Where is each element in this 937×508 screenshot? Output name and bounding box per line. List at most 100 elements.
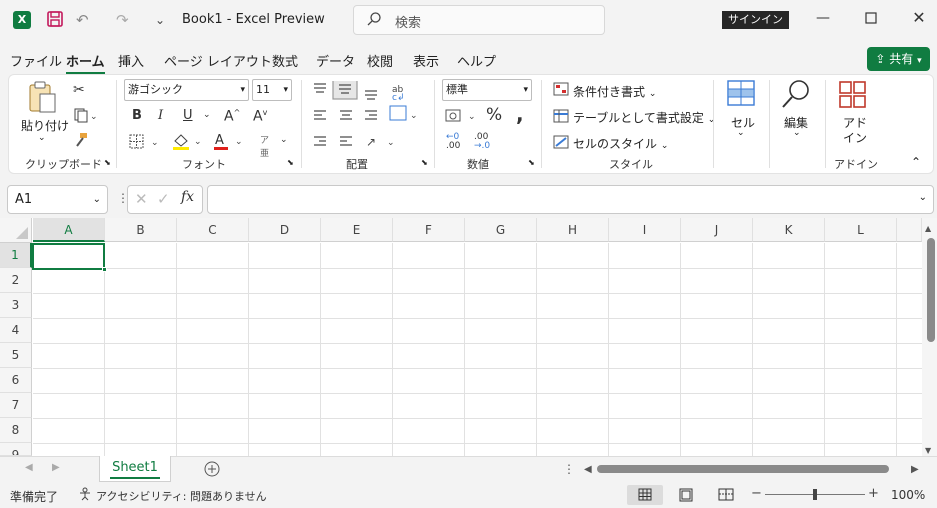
fill-color-icon[interactable]: ⌄ xyxy=(172,132,206,153)
zoom-in-icon[interactable]: + xyxy=(868,486,879,501)
scroll-right-icon[interactable]: ▶ xyxy=(911,464,919,475)
tab-review[interactable]: 校閲 xyxy=(367,51,393,70)
decrease-decimal-icon[interactable]: .00 →.0 xyxy=(474,133,490,151)
tab-home[interactable]: ホーム xyxy=(66,51,105,74)
column-header-e[interactable]: E xyxy=(321,218,393,242)
column-header-b[interactable]: B xyxy=(105,218,177,242)
number-format-select[interactable]: 標準 ▾ xyxy=(442,79,532,101)
zoom-slider-thumb[interactable] xyxy=(813,489,817,500)
find-icon[interactable] xyxy=(781,79,811,112)
format-painter-icon[interactable] xyxy=(73,132,89,151)
cancel-icon[interactable]: ✕ xyxy=(135,190,148,208)
normal-view-button[interactable] xyxy=(627,485,663,505)
minimize-icon[interactable]: — xyxy=(813,10,833,26)
maximize-icon[interactable] xyxy=(861,12,881,28)
column-header-j[interactable]: J xyxy=(681,218,753,242)
search-box[interactable]: 検索 xyxy=(353,5,605,35)
active-cell-a1[interactable] xyxy=(32,243,105,270)
save-icon[interactable] xyxy=(46,10,64,30)
row-header-7[interactable]: 7 xyxy=(0,393,32,418)
undo-icon[interactable]: ↶ xyxy=(76,10,89,30)
sheet-tab-sheet1[interactable]: Sheet1 xyxy=(99,456,171,482)
tab-insert[interactable]: 挿入 xyxy=(118,51,144,70)
scroll-down-icon[interactable]: ▼ xyxy=(925,446,931,455)
enter-icon[interactable]: ✓ xyxy=(157,190,170,208)
phonetic-icon[interactable]: ア亜 xyxy=(260,133,269,159)
paste-button[interactable]: 貼り付け xyxy=(21,117,69,134)
column-header-f[interactable]: F xyxy=(393,218,465,242)
row-header-8[interactable]: 8 xyxy=(0,418,32,443)
chevron-down-icon[interactable]: ⌄ xyxy=(38,133,46,143)
add-sheet-icon[interactable] xyxy=(204,461,220,480)
font-color-icon[interactable]: A ⌄ xyxy=(213,132,247,153)
customize-qat-icon[interactable]: ⌄ xyxy=(155,10,165,30)
column-header-h[interactable]: H xyxy=(537,218,609,242)
row-header-5[interactable]: 5 xyxy=(0,343,32,368)
row-header-1[interactable]: 1 xyxy=(0,243,32,268)
page-layout-view-icon[interactable] xyxy=(678,488,694,505)
cells-icon[interactable] xyxy=(726,78,756,111)
paste-icon[interactable] xyxy=(27,80,57,117)
italic-button[interactable]: I xyxy=(158,108,163,123)
more-options-icon[interactable]: ⋮ xyxy=(563,462,575,476)
accessibility-icon[interactable] xyxy=(78,487,92,504)
chevron-down-icon[interactable]: ⌄ xyxy=(793,128,801,138)
share-button[interactable]: ⇪ 共有 ▾ xyxy=(867,47,930,71)
tab-formulas[interactable]: 数式 xyxy=(272,51,298,70)
column-header-c[interactable]: C xyxy=(177,218,249,242)
row-header-6[interactable]: 6 xyxy=(0,368,32,393)
underline-button[interactable]: U xyxy=(183,108,193,123)
tab-data[interactable]: データ xyxy=(316,51,355,70)
vertical-scroll-thumb[interactable] xyxy=(927,238,935,342)
addins-icon[interactable] xyxy=(838,80,868,113)
column-header-g[interactable]: G xyxy=(465,218,537,242)
scroll-left-icon[interactable]: ◀ xyxy=(584,464,592,475)
tab-view[interactable]: 表示 xyxy=(413,51,439,70)
scroll-up-icon[interactable]: ▲ xyxy=(925,224,931,233)
chevron-down-icon[interactable]: ⌄ xyxy=(737,128,745,138)
borders-icon[interactable]: ⌄ xyxy=(129,134,163,153)
insert-function-button[interactable]: fx xyxy=(181,189,194,205)
zoom-level[interactable]: 100% xyxy=(891,488,925,502)
tab-file[interactable]: ファイル xyxy=(10,51,62,70)
cell-styles-button[interactable]: セルのスタイル ⌄ xyxy=(573,135,668,152)
grow-font-icon[interactable]: A^ xyxy=(224,108,240,125)
worksheet-grid[interactable] xyxy=(0,218,922,456)
page-break-view-icon[interactable] xyxy=(718,488,734,505)
row-header-2[interactable]: 2 xyxy=(0,268,32,293)
accessibility-status[interactable]: アクセシビリティ: 問題ありません xyxy=(96,488,267,504)
column-header-l[interactable]: L xyxy=(825,218,897,242)
column-header-a[interactable]: A xyxy=(33,218,105,242)
column-header-k[interactable]: K xyxy=(753,218,825,242)
row-header-3[interactable]: 3 xyxy=(0,293,32,318)
accounting-format-icon[interactable]: ⌄ xyxy=(445,108,479,127)
tab-help[interactable]: ヘルプ xyxy=(457,51,496,70)
font-name-select[interactable]: 游ゴシック ▾ xyxy=(124,79,249,101)
zoom-out-icon[interactable]: − xyxy=(751,486,762,501)
tab-page-layout[interactable]: ページ レイアウト xyxy=(164,51,272,70)
close-icon[interactable]: ✕ xyxy=(909,8,929,27)
row-header-4[interactable]: 4 xyxy=(0,318,32,343)
signin-button[interactable]: サインイン xyxy=(722,11,789,29)
chevron-down-icon[interactable]: ⌄ xyxy=(280,135,288,145)
format-as-table-button[interactable]: テーブルとして書式設定 ⌄ xyxy=(573,109,715,126)
chevron-down-icon[interactable]: ⌄ xyxy=(203,110,211,120)
font-size-select[interactable]: 11 ▾ xyxy=(252,79,292,101)
percent-button[interactable]: % xyxy=(486,105,502,125)
copy-icon[interactable]: ⌄ xyxy=(73,107,98,126)
formula-input[interactable]: ⌄ xyxy=(207,185,934,214)
dialog-launcher-icon[interactable]: ⬊ xyxy=(421,158,428,167)
dialog-launcher-icon[interactable]: ⬊ xyxy=(104,158,111,167)
shrink-font-icon[interactable]: Av xyxy=(253,108,267,125)
name-box[interactable]: A1 ⌄ xyxy=(7,185,108,214)
select-all-button[interactable] xyxy=(0,218,32,243)
addins-button[interactable]: アド イン xyxy=(843,116,867,146)
redo-icon[interactable]: ↷ xyxy=(116,10,129,30)
bold-button[interactable]: B xyxy=(132,108,142,123)
cut-icon[interactable]: ✂ xyxy=(73,82,85,98)
prev-sheet-icon[interactable]: ◀ xyxy=(25,462,33,473)
dialog-launcher-icon[interactable]: ⬊ xyxy=(528,158,535,167)
next-sheet-icon[interactable]: ▶ xyxy=(52,462,60,473)
row-header-9[interactable]: 9 xyxy=(0,443,32,456)
comma-button[interactable]: , xyxy=(516,102,524,126)
